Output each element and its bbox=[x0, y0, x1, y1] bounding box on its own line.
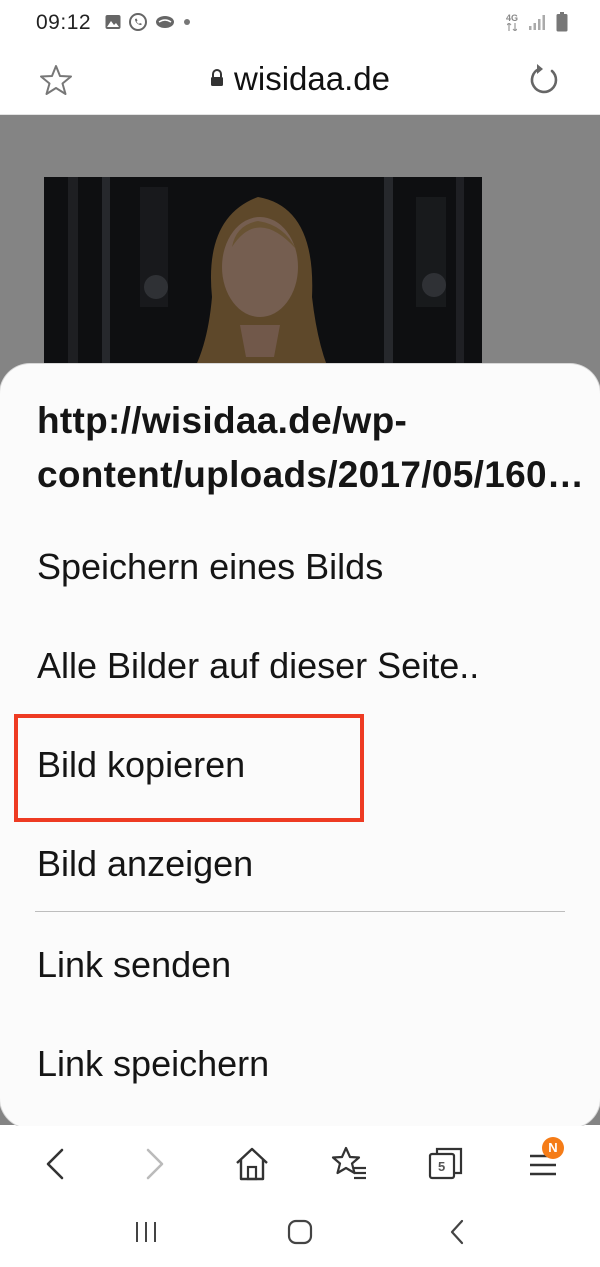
forward-icon[interactable] bbox=[134, 1144, 174, 1184]
menu-item-save-link[interactable]: Link speichern bbox=[37, 1034, 269, 1094]
menu-item-view-image[interactable]: Bild anzeigen bbox=[37, 834, 253, 894]
signal-icon bbox=[529, 15, 545, 30]
gallery-icon bbox=[105, 15, 121, 29]
dot-icon bbox=[184, 19, 190, 25]
menu-item-all-images[interactable]: Alle Bilder auf dieser Seite.. bbox=[37, 636, 479, 696]
cloud-icon bbox=[156, 16, 174, 28]
network-label: 4G bbox=[505, 12, 518, 23]
tabs-icon[interactable]: 5 bbox=[426, 1144, 466, 1184]
status-time: 09:12 bbox=[36, 11, 92, 34]
network-4g-icon: 4G bbox=[505, 12, 518, 31]
whatsapp-icon bbox=[129, 13, 147, 31]
battery-icon bbox=[556, 12, 568, 32]
address-field[interactable]: wisidaa.de bbox=[0, 60, 600, 98]
home-icon[interactable] bbox=[232, 1144, 272, 1184]
highlight-box bbox=[14, 714, 364, 822]
system-icons: 4G bbox=[506, 12, 568, 32]
back-nav-icon[interactable] bbox=[438, 1216, 478, 1248]
menu-divider bbox=[35, 911, 565, 912]
tabs-count: 5 bbox=[438, 1159, 446, 1174]
menu-badge: N bbox=[542, 1137, 564, 1159]
image-context-menu: http://wisidaa.de/wp-content/uploads/201… bbox=[0, 364, 600, 1128]
browser-url-bar: wisidaa.de bbox=[0, 50, 600, 115]
url-domain: wisidaa.de bbox=[234, 60, 390, 97]
home-nav-icon[interactable] bbox=[280, 1216, 320, 1248]
system-nav-bar bbox=[0, 1200, 600, 1267]
notification-icons bbox=[104, 12, 192, 32]
back-icon[interactable] bbox=[36, 1144, 76, 1184]
menu-item-send-link[interactable]: Link senden bbox=[37, 935, 231, 995]
menu-item-save-image[interactable]: Speichern eines Bilds bbox=[37, 537, 383, 597]
image-url-header: http://wisidaa.de/wp-content/uploads/201… bbox=[37, 400, 585, 495]
reload-icon[interactable] bbox=[526, 62, 562, 98]
status-bar: 09:12 4G bbox=[0, 0, 600, 48]
bookmarks-icon[interactable] bbox=[330, 1144, 370, 1184]
recent-apps-icon[interactable] bbox=[126, 1216, 166, 1248]
lock-icon bbox=[211, 69, 224, 87]
browser-toolbar: 5 bbox=[0, 1126, 600, 1200]
